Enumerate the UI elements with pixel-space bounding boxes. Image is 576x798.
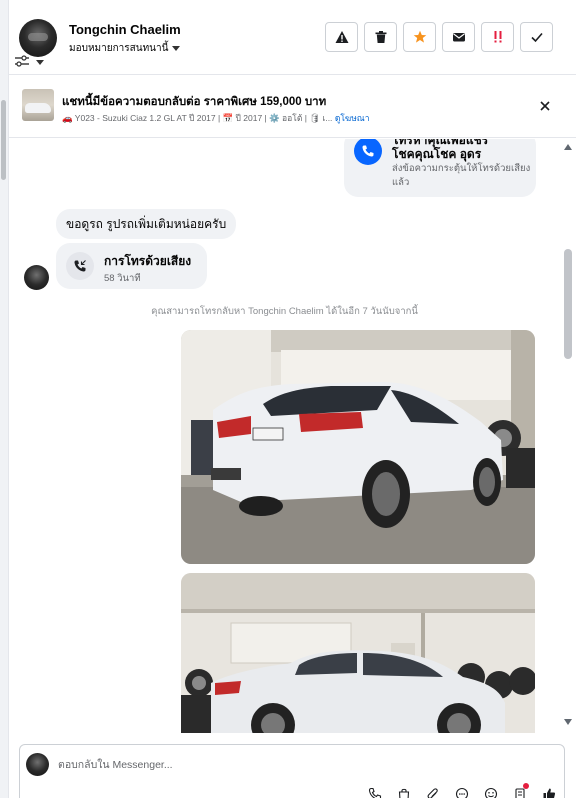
- reply-input[interactable]: [58, 756, 478, 774]
- conversation-header: Tongchin Chaelim มอบหมายการสนทนานี้: [9, 0, 576, 75]
- ad-subtitle: 🚗 Y023 - Suzuki Ciaz 1.2 GL AT ปี 2017 |…: [62, 111, 369, 125]
- incoming-text-message: ขอดูรถ รูปรถเพิ่มเติมหน่อยครับ: [56, 209, 237, 239]
- notification-dot: [523, 783, 529, 789]
- warning-icon: [335, 31, 348, 43]
- delete-button[interactable]: [364, 22, 397, 52]
- star-button[interactable]: [403, 22, 436, 52]
- left-gutter: [0, 0, 9, 798]
- gutter-scroll-grip[interactable]: [1, 100, 6, 180]
- call-request-bubble: โทรหาคุณเพื่อแชร์ โชคคุณโชค อุดร ส่งข้อค…: [344, 139, 536, 197]
- assign-label: มอบหมายการสนทนานี้: [69, 43, 169, 54]
- emoji-icon[interactable]: [482, 785, 499, 798]
- scrollbar-thumb[interactable]: [564, 249, 572, 359]
- scroll-up-arrow-icon[interactable]: [564, 144, 572, 150]
- reply-composer: [19, 744, 565, 798]
- car-photo-side[interactable]: [181, 573, 535, 733]
- phone-icon[interactable]: [366, 785, 383, 798]
- view-ad-link[interactable]: ดูโฆษณา: [335, 113, 370, 123]
- missed-call-icon: [66, 252, 94, 280]
- exclamation-icon: [494, 31, 501, 43]
- ad-thumbnail[interactable]: [22, 89, 54, 121]
- thumbs-up-icon[interactable]: [540, 785, 557, 798]
- callback-availability-note: คุณสามารถโทรกลับหา Tongchin Chaelim ได้ใ…: [151, 306, 418, 317]
- car-rear-image: [181, 330, 535, 564]
- contact-name[interactable]: Tongchin Chaelim: [69, 22, 181, 37]
- sender-avatar[interactable]: [24, 265, 49, 290]
- phone-call-icon: [354, 139, 382, 165]
- done-button[interactable]: [520, 22, 553, 52]
- spam-button[interactable]: [325, 22, 358, 52]
- star-icon: [413, 30, 426, 43]
- ad-title: แชทนี้มีข้อความตอบกลับต่อ ราคาพิเศษ 159,…: [62, 96, 327, 108]
- conversation-thread[interactable]: โทรหาคุณเพื่อแชร์ โชคคุณโชค อุดร ส่งข้อค…: [9, 139, 560, 733]
- filter-chevron-down-icon[interactable]: [36, 60, 44, 65]
- voice-call-duration: 58 วินาที: [104, 273, 141, 284]
- ad-description: 🚗 Y023 - Suzuki Ciaz 1.2 GL AT ปี 2017 |…: [62, 113, 333, 123]
- composer-toolbar: [366, 783, 557, 798]
- more-tools-icon[interactable]: [511, 783, 529, 798]
- sliders-icon[interactable]: [15, 55, 29, 67]
- chevron-down-icon: [172, 46, 181, 51]
- action-toolbar: [325, 22, 553, 52]
- attachment-icon[interactable]: [424, 785, 441, 798]
- call-prompt-description: ส่งข้อความกระตุ้นให้โทรด้วยเสียงแล้ว: [392, 163, 531, 188]
- close-icon[interactable]: [538, 99, 552, 113]
- voice-call-bubble[interactable]: การโทรด้วยเสียง 58 วินาที: [56, 243, 207, 289]
- saved-replies-icon[interactable]: [453, 785, 470, 798]
- contact-avatar[interactable]: [19, 19, 57, 57]
- car-photo-rear[interactable]: [181, 330, 535, 564]
- mark-unread-button[interactable]: [442, 22, 475, 52]
- envelope-icon: [452, 33, 465, 42]
- follow-up-button[interactable]: [481, 22, 514, 52]
- page-avatar: [26, 753, 49, 776]
- shopping-bag-icon[interactable]: [395, 785, 412, 798]
- checkmark-icon: [530, 32, 543, 43]
- car-side-image: [181, 573, 535, 733]
- voice-call-title: การโทรด้วยเสียง: [104, 254, 192, 268]
- ad-context-bar: แชทนี้มีข้อความตอบกลับต่อ ราคาพิเศษ 159,…: [9, 75, 576, 138]
- assign-conversation-dropdown[interactable]: มอบหมายการสนทนานี้: [69, 41, 181, 56]
- conversation-scrollbar[interactable]: [560, 139, 576, 733]
- scroll-down-arrow-icon[interactable]: [564, 719, 572, 725]
- trash-icon: [375, 31, 386, 43]
